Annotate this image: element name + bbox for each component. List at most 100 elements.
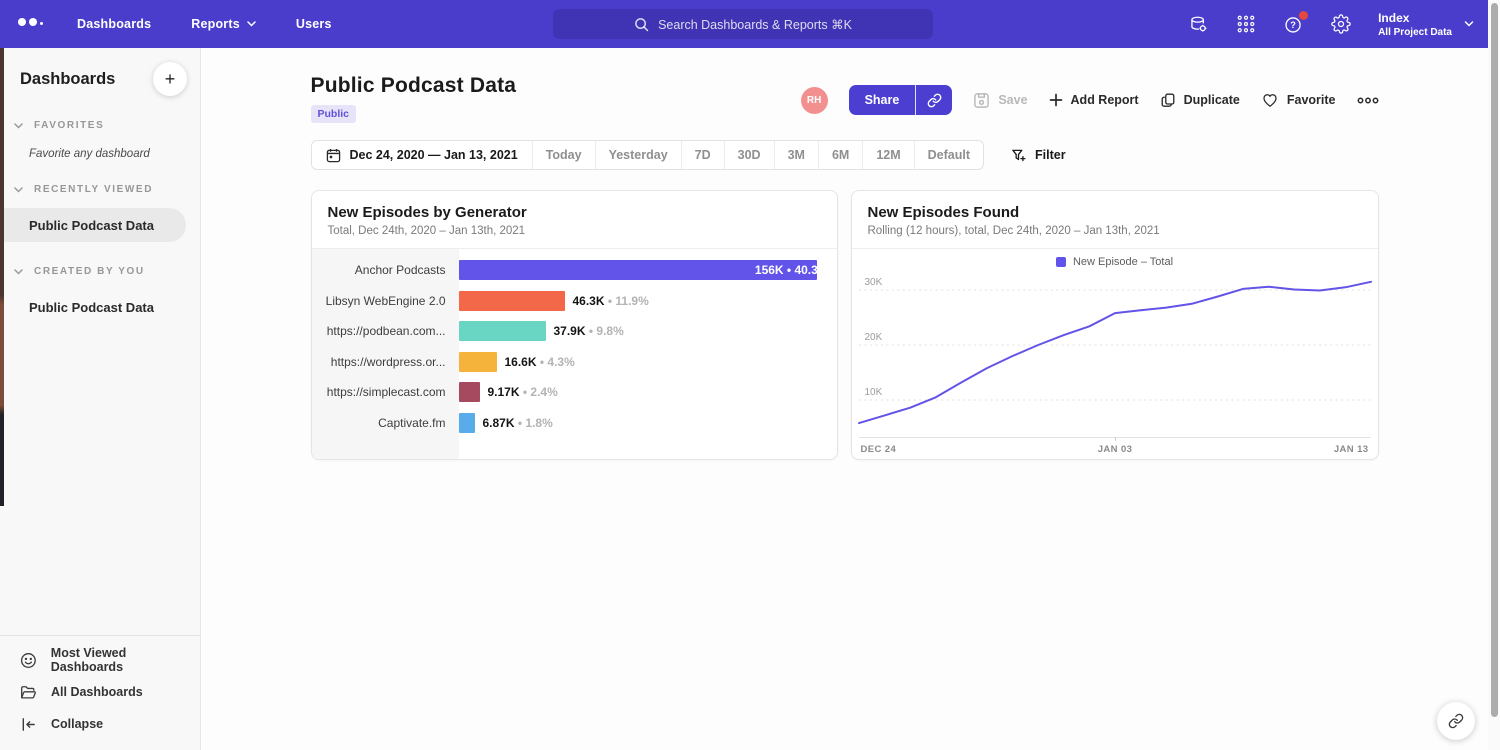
section-recently-viewed: RECENTLY VIEWED Public Podcast Data — [0, 184, 200, 242]
settings-gear-icon[interactable] — [1331, 14, 1351, 34]
section-label: FAVORITES — [34, 120, 104, 131]
section-recently-viewed-header[interactable]: RECENTLY VIEWED — [0, 184, 200, 195]
bar-row: https://simplecast.com9.17K • 2.4% — [312, 377, 837, 408]
bar-category-label: Anchor Podcasts — [312, 263, 459, 277]
floating-copy-link-button[interactable] — [1437, 702, 1475, 740]
sidebar-title: Dashboards — [20, 70, 115, 89]
favorites-placeholder: Favorite any dashboard — [0, 131, 200, 160]
bar-segment[interactable] — [459, 321, 546, 341]
nav-reports[interactable]: Reports — [191, 17, 256, 31]
topbar-actions: ? Index All Project Data — [1188, 0, 1474, 48]
favorite-button[interactable]: Favorite — [1261, 91, 1336, 109]
search-input[interactable]: Search Dashboards & Reports ⌘K — [553, 9, 933, 39]
nav-dashboards[interactable]: Dashboards — [77, 17, 151, 31]
line-chart-card: New Episodes Found Rolling (12 hours), t… — [851, 190, 1379, 460]
bar-chart-title: New Episodes by Generator — [328, 204, 821, 221]
share-button[interactable]: Share — [849, 85, 916, 115]
chevron-down-icon — [1464, 21, 1474, 27]
bar-segment[interactable] — [459, 352, 497, 372]
date-preset-3m[interactable]: 3M — [774, 141, 818, 169]
bar-row: Anchor Podcasts156K • 40.3% — [312, 255, 837, 286]
date-preset-12m[interactable]: 12M — [862, 141, 913, 169]
link-icon — [927, 93, 942, 108]
chart-legend: New Episode – Total — [852, 249, 1378, 275]
bar-chart-plot: Anchor Podcasts156K • 40.3%Libsyn WebEng… — [312, 249, 837, 459]
app-logo[interactable] — [18, 18, 43, 30]
date-preset-30d[interactable]: 30D — [724, 141, 774, 169]
folder-icon — [20, 684, 37, 701]
save-icon — [973, 92, 990, 109]
section-label: RECENTLY VIEWED — [34, 184, 153, 195]
smiley-icon — [20, 652, 37, 669]
svg-text:?: ? — [1290, 20, 1296, 30]
main-content: Public Podcast Data Public RH Share — [201, 48, 1488, 750]
legend-swatch — [1056, 257, 1066, 267]
duplicate-button[interactable]: Duplicate — [1160, 92, 1240, 108]
date-range-control: Dec 24, 2020 — Jan 13, 2021 TodayYesterd… — [311, 140, 985, 170]
collapse-sidebar-button[interactable]: Collapse — [0, 708, 200, 740]
favorite-label: Favorite — [1287, 93, 1336, 107]
avatar[interactable]: RH — [801, 87, 828, 114]
date-preset-today[interactable]: Today — [532, 141, 595, 169]
chevron-down-icon — [14, 187, 23, 193]
copy-link-button[interactable] — [915, 85, 952, 115]
apps-grid-icon[interactable] — [1236, 14, 1256, 34]
add-dashboard-button[interactable]: + — [153, 62, 187, 96]
bar-segment[interactable] — [459, 291, 565, 311]
background-window-edge — [0, 48, 4, 506]
date-preset-6m[interactable]: 6M — [818, 141, 862, 169]
date-range-picker[interactable]: Dec 24, 2020 — Jan 13, 2021 — [312, 141, 532, 169]
sidebar-item-public-podcast-data[interactable]: Public Podcast Data — [0, 208, 186, 242]
section-created-by-you-header[interactable]: CREATED BY YOU — [0, 266, 200, 277]
footer-item-label: Most Viewed Dashboards — [51, 646, 200, 674]
y-axis-label: 10K — [865, 387, 883, 398]
save-button[interactable]: Save — [973, 92, 1027, 109]
date-preset-7d[interactable]: 7D — [681, 141, 724, 169]
bar-value-label: 6.87K • 1.8% — [483, 416, 553, 430]
most-viewed-dashboards-link[interactable]: Most Viewed Dashboards — [0, 644, 200, 676]
filter-button[interactable]: Filter — [1011, 148, 1066, 163]
logo-dot — [18, 18, 26, 26]
date-preset-default[interactable]: Default — [914, 141, 983, 169]
duplicate-icon — [1160, 92, 1176, 108]
chevron-down-icon — [247, 21, 256, 27]
bar-category-label: https://podbean.com... — [312, 324, 459, 338]
sidebar-item-public-podcast-data[interactable]: Public Podcast Data — [0, 290, 200, 324]
all-dashboards-link[interactable]: All Dashboards — [0, 676, 200, 708]
bar-row: https://wordpress.or...16.6K • 4.3% — [312, 347, 837, 378]
scrollbar-thumb[interactable] — [1491, 3, 1498, 717]
bar-value-label: 37.9K • 9.8% — [554, 324, 624, 338]
public-badge: Public — [311, 105, 357, 123]
x-axis-label: JAN 03 — [1098, 444, 1133, 455]
search-placeholder: Search Dashboards & Reports ⌘K — [658, 17, 852, 32]
section-created-by-you: CREATED BY YOU Public Podcast Data — [0, 266, 200, 324]
bar-row: https://podbean.com... 37.9K • 9.8% — [312, 316, 837, 347]
help-icon[interactable]: ? — [1283, 14, 1304, 35]
section-favorites-header[interactable]: FAVORITES — [0, 120, 200, 131]
nav-reports-label: Reports — [191, 17, 240, 31]
search-icon — [634, 17, 649, 32]
project-selector[interactable]: Index All Project Data — [1378, 11, 1474, 38]
add-report-button[interactable]: Add Report — [1049, 93, 1139, 107]
x-axis-label: DEC 24 — [861, 444, 897, 455]
line-chart-subtitle: Rolling (12 hours), total, Dec 24th, 202… — [868, 225, 1362, 237]
line-chart-plot: 10K20K30K — [859, 281, 1371, 438]
date-preset-yesterday[interactable]: Yesterday — [595, 141, 681, 169]
data-sources-icon[interactable] — [1188, 14, 1209, 35]
footer-item-label: Collapse — [51, 717, 103, 731]
page-title: Public Podcast Data — [311, 74, 517, 98]
top-navigation-bar: Dashboards Reports Users Search Dashboar… — [0, 0, 1488, 48]
bar-segment[interactable] — [459, 382, 480, 402]
nav-users[interactable]: Users — [296, 17, 332, 31]
bar-segment[interactable] — [459, 413, 475, 433]
bar-value-label: 46.3K • 11.9% — [573, 294, 649, 308]
chevron-down-icon — [14, 123, 23, 129]
bar-chart-card: New Episodes by Generator Total, Dec 24t… — [311, 190, 838, 460]
link-icon — [1448, 713, 1464, 729]
logo-dot — [40, 22, 43, 25]
collapse-icon — [20, 716, 37, 733]
share-button-group: Share — [849, 85, 953, 115]
axis-tick — [1115, 437, 1116, 441]
page-scrollbar — [1488, 0, 1500, 750]
more-options-button[interactable] — [1357, 97, 1379, 104]
